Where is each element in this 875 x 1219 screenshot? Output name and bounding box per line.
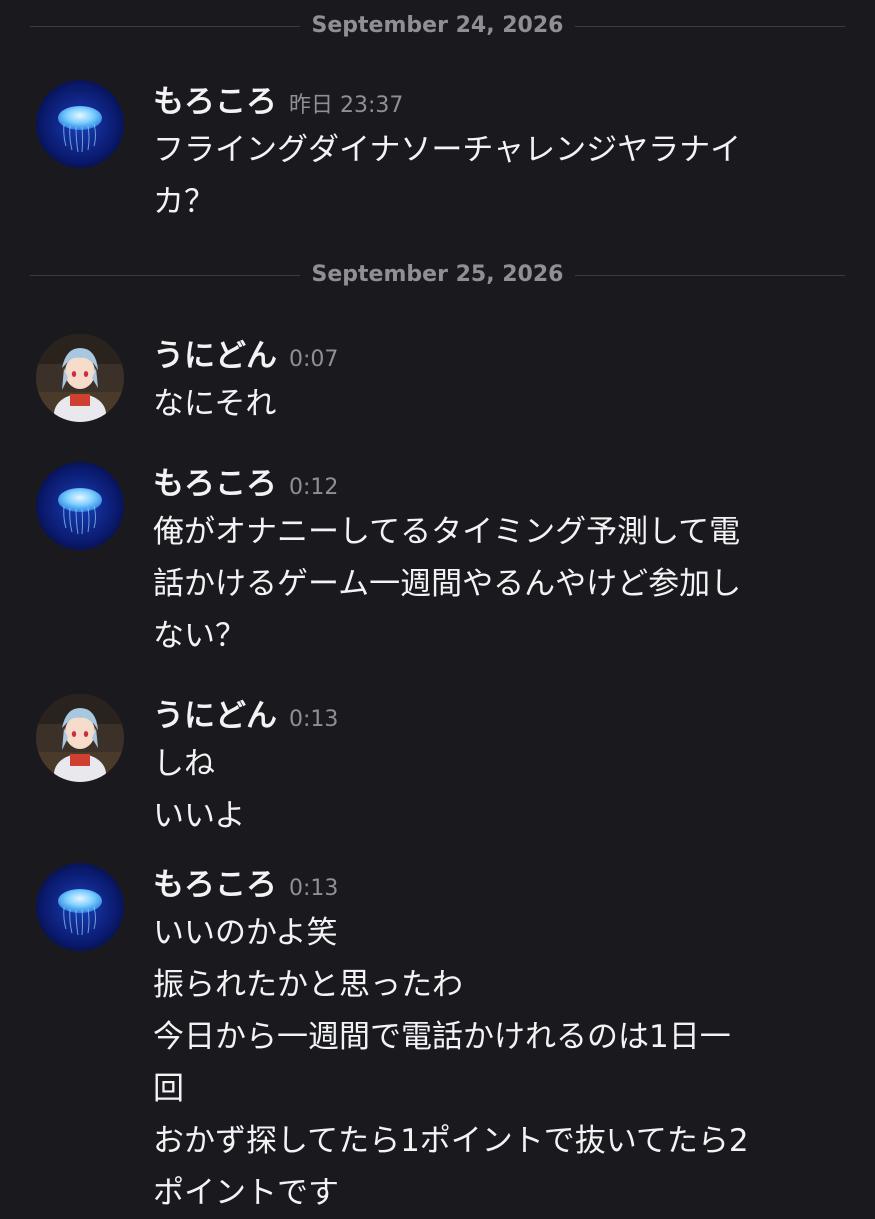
message-text: 俺がオナニーしてるタイミング予測して電 [153, 514, 741, 550]
message-body: 俺がオナニーしてるタイミング予測して電 話かけるゲーム一週間やるんやけど参加し … [153, 506, 835, 662]
username[interactable]: うにどん [153, 338, 277, 374]
username[interactable]: もろころ [153, 466, 277, 502]
jellyfish-avatar-icon[interactable] [36, 80, 124, 168]
message-body: しね いいよ [153, 738, 835, 842]
message-text: ポイントです [153, 1175, 339, 1211]
message-header: もろころ 0:12 [153, 462, 338, 506]
divider-line [575, 26, 845, 27]
date-divider: September 24, 2026 [30, 13, 845, 38]
timestamp: 0:13 [289, 707, 339, 732]
message-text: おかず探してたら1ポイントで抜いてたら2 [153, 1123, 749, 1159]
anime-character-avatar-icon[interactable] [36, 334, 124, 422]
message-body: いいのかよ笑 振られたかと思ったわ 今日から一週間で電話かけれるのは1日一 回 … [153, 907, 835, 1219]
message-text: 振られたかと思ったわ [153, 967, 463, 1003]
message-text: フライングダイナソーチャレンジヤラナイ [153, 132, 742, 168]
message-body: なにそれ [153, 378, 835, 430]
username[interactable]: うにどん [153, 698, 277, 734]
timestamp: 昨日 23:37 [289, 93, 404, 118]
message-text: いいよ [153, 798, 246, 834]
timestamp: 0:12 [289, 475, 339, 500]
jellyfish-avatar-icon[interactable] [36, 462, 124, 550]
jellyfish-avatar-icon[interactable] [36, 863, 124, 951]
message-header: うにどん 0:07 [153, 334, 338, 378]
message-text: なにそれ [153, 386, 277, 422]
timestamp: 0:13 [289, 876, 339, 901]
message-text: 今日から一週間で電話かけれるのは1日一 [153, 1019, 731, 1055]
message-body: フライングダイナソーチャレンジヤラナイ カ？ [153, 124, 835, 228]
message-header: もろころ 昨日 23:37 [153, 80, 403, 124]
message-text: 話かけるゲーム一週間やるんやけど参加し [153, 566, 742, 602]
message-text: しね [153, 746, 215, 782]
message-header: もろころ 0:13 [153, 863, 338, 907]
timestamp: 0:07 [289, 347, 339, 372]
message-text: カ？ [153, 184, 215, 220]
divider-line [575, 275, 845, 276]
message-header: うにどん 0:13 [153, 694, 338, 738]
username[interactable]: もろころ [153, 84, 277, 120]
message-text: いいのかよ笑 [153, 915, 338, 951]
date-divider: September 25, 2026 [30, 262, 845, 287]
message-text: ない？ [153, 618, 246, 654]
username[interactable]: もろころ [153, 867, 277, 903]
message-text: 回 [153, 1071, 184, 1107]
anime-character-avatar-icon[interactable] [36, 694, 124, 782]
